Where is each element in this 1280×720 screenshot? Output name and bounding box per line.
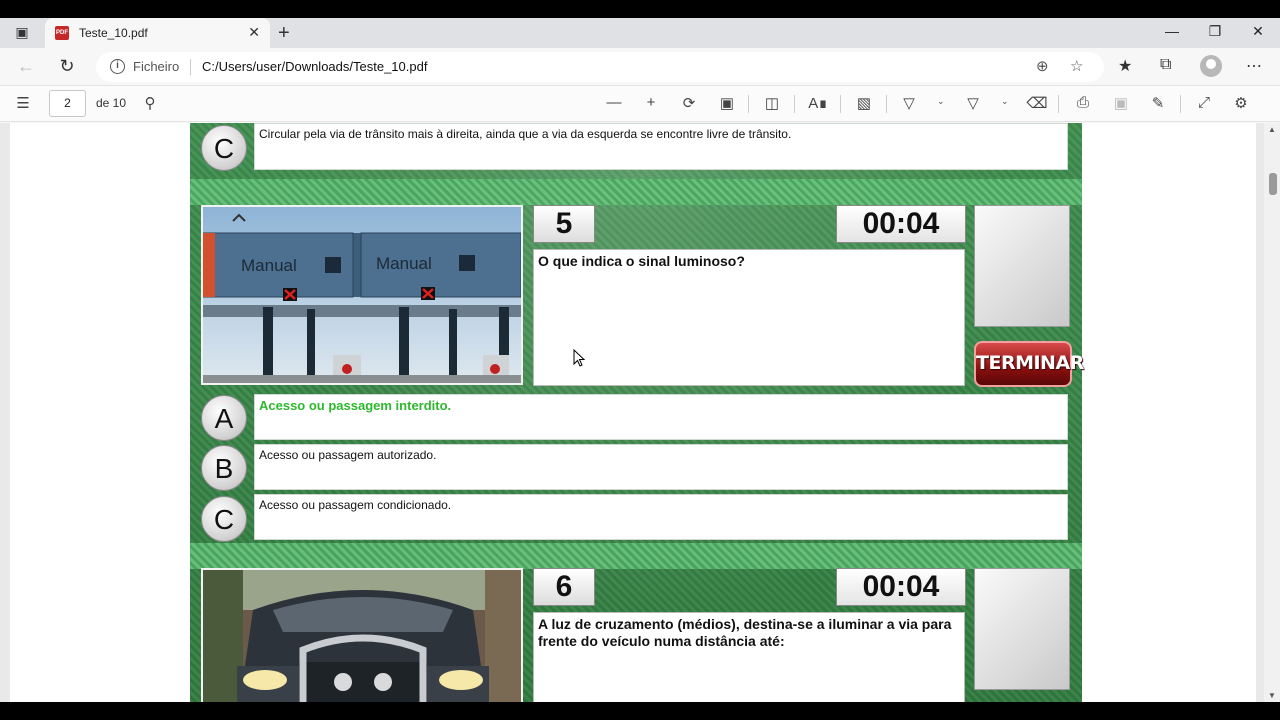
divider-band <box>190 179 1082 205</box>
answer-letter-c[interactable]: C <box>201 496 247 542</box>
search-icon[interactable]: ⚲ <box>138 94 162 112</box>
tab-teste-10[interactable]: PDF Teste_10.pdf ✕ <box>45 18 270 48</box>
table-of-contents-icon[interactable]: ☰ <box>11 94 35 112</box>
toolbar-divider <box>1058 95 1059 113</box>
add-favorite-icon[interactable]: ☆ <box>1070 57 1083 75</box>
highlight-options-chevron-icon[interactable]: ⌄ <box>1001 96 1009 107</box>
pdf-page: C Circular pela via de trânsito mais à d… <box>10 123 1256 702</box>
address-bar[interactable]: i Ficheiro C:/Users/user/Downloads/Teste… <box>96 52 1104 82</box>
minimize-icon[interactable]: — <box>1157 23 1187 39</box>
pdf-toolbar: ☰ 2 de 10 ⚲ — + ⟳ ▣ ◫ A∎ ▧ ▽ ⌄ ▽ ⌄ ⌫ ⎙ ▣… <box>0 86 1280 122</box>
save-as-icon[interactable]: ✎ <box>1146 94 1170 112</box>
answer-text-c: Circular pela via de trânsito mais à dir… <box>254 123 1068 170</box>
mouse-cursor-icon <box>573 349 585 367</box>
answer-text-b[interactable]: Acesso ou passagem autorizado. <box>254 444 1068 490</box>
close-tab-icon[interactable]: ✕ <box>248 24 260 41</box>
toolbar-divider <box>794 95 795 113</box>
url-divider <box>190 59 191 75</box>
zoom-icon[interactable]: ⊕ <box>1036 57 1049 75</box>
collections-icon[interactable]: ⧉ <box>1160 56 1171 74</box>
settings-gear-icon[interactable]: ⚙ <box>1229 94 1253 112</box>
question-timer: 00:04 <box>836 568 966 606</box>
answer-text-c[interactable]: Acesso ou passagem condicionado. <box>254 494 1068 540</box>
toolbar-divider <box>886 95 887 113</box>
answer-letter-a[interactable]: A <box>201 395 247 441</box>
url-text[interactable]: C:/Users/user/Downloads/Teste_10.pdf <box>202 59 427 74</box>
save-icon[interactable]: ▣ <box>1109 94 1133 112</box>
pdf-viewer[interactable]: C Circular pela via de trânsito mais à d… <box>0 123 1280 702</box>
text-box-icon[interactable]: ▧ <box>852 94 876 112</box>
scroll-up-icon[interactable]: ▲ <box>1268 125 1276 134</box>
page-view-icon[interactable]: ◫ <box>760 94 784 112</box>
eraser-icon[interactable]: ⌫ <box>1025 94 1049 112</box>
scrollbar-thumb[interactable] <box>1269 173 1277 195</box>
browser-window: ▣ PDF Teste_10.pdf ✕ + — ❐ ✕ ← ↻ i Fiche… <box>0 18 1280 702</box>
site-label: Ficheiro <box>133 59 180 74</box>
photo-sign-label-1: Manual <box>241 256 297 275</box>
terminar-button[interactable]: TERMINAR <box>974 341 1084 387</box>
avatar[interactable] <box>1200 55 1222 77</box>
photo-sign-label-2: Manual <box>376 254 432 273</box>
question-text: O que indica o sinal luminoso? <box>533 249 965 386</box>
close-window-icon[interactable]: ✕ <box>1243 23 1273 40</box>
zoom-in-icon[interactable]: + <box>639 94 663 111</box>
tab-bar: ▣ PDF Teste_10.pdf ✕ + — ❐ ✕ <box>0 18 1280 48</box>
divider-band <box>190 543 1082 569</box>
answer-slot-box <box>974 205 1070 327</box>
full-screen-icon[interactable]: ⤢ <box>1192 94 1216 111</box>
question-number: 5 <box>533 205 595 243</box>
toolbar-divider <box>1180 95 1181 113</box>
vertical-scrollbar[interactable]: ▲ ▼ <box>1264 123 1280 702</box>
toolbar-divider <box>748 95 749 113</box>
fit-to-page-icon[interactable]: ▣ <box>715 94 739 112</box>
toolbar-divider <box>840 95 841 113</box>
question-photo-toll: Manual Manual <box>201 205 523 385</box>
tab-title: Teste_10.pdf <box>79 26 148 40</box>
question-text: A luz de cruzamento (médios), destina-se… <box>533 612 965 702</box>
rotate-icon[interactable]: ⟳ <box>677 94 701 112</box>
question-timer: 00:04 <box>836 205 966 243</box>
answer-letter-b[interactable]: B <box>201 445 247 491</box>
quiz-sheet: C Circular pela via de trânsito mais à d… <box>190 123 1084 702</box>
tab-actions-icon[interactable]: ▣ <box>12 24 32 42</box>
question-photo-car <box>201 568 523 702</box>
page-number-input[interactable]: 2 <box>49 90 86 117</box>
pdf-file-icon: PDF <box>55 26 69 40</box>
draw-icon[interactable]: ▽ <box>897 94 921 112</box>
print-icon[interactable]: ⎙ <box>1071 94 1095 111</box>
new-tab-icon[interactable]: + <box>278 22 290 45</box>
answer-text-a[interactable]: Acesso ou passagem interdito. <box>254 394 1068 440</box>
answer-letter-c: C <box>201 125 247 171</box>
answer-slot-box <box>974 568 1070 690</box>
refresh-icon[interactable]: ↻ <box>55 56 79 77</box>
zoom-out-icon[interactable]: — <box>602 94 626 111</box>
page-total: de 10 <box>96 96 127 110</box>
info-icon[interactable]: i <box>110 59 125 74</box>
favorites-icon[interactable]: ★ <box>1118 56 1132 76</box>
highlight-icon[interactable]: ▽ <box>961 94 985 112</box>
restore-icon[interactable]: ❐ <box>1200 23 1230 40</box>
address-bar-row: ← ↻ i Ficheiro C:/Users/user/Downloads/T… <box>0 48 1280 86</box>
back-icon[interactable]: ← <box>14 56 38 77</box>
more-options-icon[interactable]: ⋯ <box>1246 56 1262 76</box>
draw-options-chevron-icon[interactable]: ⌄ <box>937 96 945 107</box>
scroll-down-icon[interactable]: ▼ <box>1268 691 1276 700</box>
read-aloud-icon[interactable]: A∎ <box>806 94 830 112</box>
question-number: 6 <box>533 568 595 606</box>
